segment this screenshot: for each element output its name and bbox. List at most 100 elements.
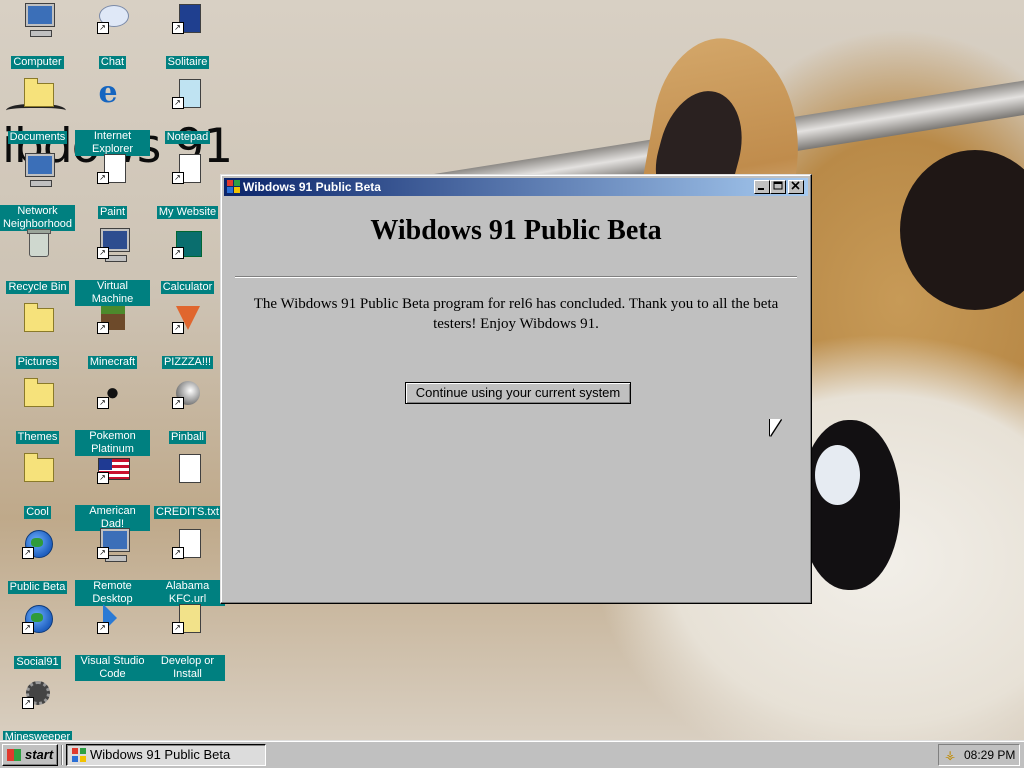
desktop-icon-public-beta[interactable]: ↗ Public Beta (0, 525, 75, 595)
desktop-icon-label: Recycle Bin (6, 281, 69, 294)
shortcut-arrow-icon: ↗ (96, 22, 109, 34)
pizza-icon: ↗ (171, 302, 204, 334)
desktop-icon-american-dad[interactable]: ↗ American Dad! (75, 450, 150, 532)
shortcut-arrow-icon: ↗ (171, 622, 184, 634)
shortcut-arrow-icon: ↗ (96, 247, 109, 259)
shortcut-arrow-icon: ↗ (96, 622, 109, 634)
desktop-icon-network-neighborhood[interactable]: Network Neighborhood (0, 150, 75, 232)
desktop-icon-my-website[interactable]: ↗ My Website (150, 150, 225, 220)
desktop-icon-recycle-bin[interactable]: Recycle Bin (0, 225, 75, 295)
computer-icon (22, 2, 55, 37)
wallpaper-eye (800, 420, 900, 590)
public-beta-window[interactable]: Wibdows 91 Public Beta Wibdows 91 Public… (220, 174, 812, 604)
develop-icon: ↗ (171, 602, 204, 634)
desktop-icon-paint[interactable]: ↗ Paint (75, 150, 150, 220)
desktop-icon-virtual-machine[interactable]: ↗ Virtual Machine (75, 225, 150, 307)
desktop-icon-computer[interactable]: Computer (0, 0, 75, 70)
globe-icon: ↗ (21, 602, 54, 634)
desktop-icon-label: Cool (24, 506, 51, 519)
desktop-icon-label: Pictures (15, 356, 60, 369)
shortcut-arrow-icon: ↗ (96, 322, 109, 334)
desktop-icon-label: Notepad (164, 131, 211, 144)
taskbar: start Wibdows 91 Public Beta ⚶ 08:29 PM (0, 740, 1024, 768)
shortcut-arrow-icon: ↗ (96, 172, 109, 184)
folder-icon (22, 302, 54, 334)
documents-folder-icon (22, 77, 54, 109)
folder-icon (22, 452, 54, 484)
desktop-icon-label: Public Beta (7, 581, 68, 594)
calculator-icon: ↗ (171, 227, 204, 259)
american-flag-icon: ↗ (96, 452, 130, 484)
maximize-button[interactable] (770, 180, 786, 194)
minesweeper-icon: ↗ (21, 677, 54, 709)
continue-using-system-button[interactable]: Continue using your current system (405, 382, 631, 404)
public-beta-icon (72, 748, 86, 762)
desktop-icon-label: Minecraft (87, 356, 138, 369)
desktop-icon-label: Pinball (168, 431, 207, 444)
key-icon[interactable]: ⚶ (945, 749, 957, 761)
network-icon (22, 152, 55, 187)
shortcut-arrow-icon: ↗ (96, 472, 109, 484)
desktop-icon-alabama-kfc-url[interactable]: ↗ Alabama KFC.url (150, 525, 225, 607)
minimize-button[interactable] (754, 180, 770, 194)
desktop-icon-minesweeper[interactable]: ↗ Minesweeper (0, 675, 75, 745)
taskbar-item-public-beta[interactable]: Wibdows 91 Public Beta (66, 744, 266, 766)
desktop-icon-label: My Website (156, 206, 219, 219)
recycle-bin-icon (22, 227, 54, 259)
close-button[interactable] (788, 180, 804, 194)
internet-explorer-icon: e (98, 75, 118, 110)
windows-logo-icon (7, 749, 21, 761)
shortcut-arrow-icon: ↗ (96, 397, 109, 409)
desktop-icon-minecraft[interactable]: ↗ Minecraft (75, 300, 150, 370)
shortcut-arrow-icon: ↗ (171, 322, 184, 334)
clock[interactable]: 08:29 PM (964, 745, 1015, 765)
desktop-icon-label: Chat (98, 56, 127, 69)
window-title: Wibdows 91 Public Beta (243, 180, 381, 194)
desktop-icon-visual-studio-code[interactable]: ↗ Visual Studio Code (75, 600, 150, 682)
desktop-icon-label: Paint (97, 206, 128, 219)
desktop-icon-themes[interactable]: Themes (0, 375, 75, 445)
desktop-icon-label: Visual Studio Code (75, 655, 150, 681)
shortcut-arrow-icon: ↗ (171, 547, 184, 559)
vscode-icon: ↗ (96, 602, 129, 634)
desktop-icon-label: Calculator (160, 281, 215, 294)
maximize-icon (773, 181, 783, 190)
shortcut-arrow-icon: ↗ (171, 97, 184, 109)
desktop-icon-pictures[interactable]: Pictures (0, 300, 75, 370)
desktop-icon-cool[interactable]: Cool (0, 450, 75, 520)
window-app-icon (227, 180, 240, 193)
desktop-icon-develop-or-install[interactable]: ↗ Develop or Install (150, 600, 225, 682)
desktop-icon-label: Computer (11, 56, 64, 69)
chat-icon: ↗ (96, 2, 129, 34)
desktop-icon-label: Solitaire (165, 56, 210, 69)
desktop-icon-chat[interactable]: ↗ Chat (75, 0, 150, 70)
paint-icon: ↗ (96, 152, 129, 184)
desktop-icon-pokemon-platinum[interactable]: ● ↗ Pokemon Platinum (75, 375, 150, 457)
start-label: start (25, 747, 54, 762)
desktop-icon-documents[interactable]: Documents (0, 75, 75, 145)
desktop-icon-pizzza[interactable]: ↗ PIZZZA!!! (150, 300, 225, 370)
desktop-icon-remote-desktop[interactable]: ↗ Remote Desktop (75, 525, 150, 607)
desktop-icon-pinball[interactable]: ↗ Pinball (150, 375, 225, 445)
desktop-icon-notepad[interactable]: ↗ Notepad (150, 75, 225, 145)
desktop-icon-internet-explorer[interactable]: e Internet Explorer (75, 75, 150, 157)
shortcut-arrow-icon: ↗ (96, 547, 109, 559)
wallpaper-ear-right (900, 150, 1024, 310)
window-title-bar[interactable]: Wibdows 91 Public Beta (224, 178, 808, 196)
virtual-machine-icon: ↗ (96, 227, 130, 262)
shortcut-arrow-icon: ↗ (171, 247, 184, 259)
desktop-icon-label: Develop or Install (150, 655, 225, 681)
public-beta-icon: ↗ (21, 527, 54, 559)
desktop-icon-label: Social91 (14, 656, 61, 669)
shortcut-arrow-icon: ↗ (21, 622, 34, 634)
desktop-icon-label: Themes (15, 431, 60, 444)
desktop-icon-social91[interactable]: ↗ Social91 (0, 600, 75, 670)
minimize-icon (758, 188, 764, 190)
taskbar-item-label: Wibdows 91 Public Beta (90, 747, 231, 762)
start-button[interactable]: start (2, 744, 58, 766)
shortcut-arrow-icon: ↗ (21, 697, 34, 709)
close-icon (791, 181, 800, 190)
desktop-icon-credits-txt[interactable]: CREDITS.txt (150, 450, 225, 520)
desktop-icon-calculator[interactable]: ↗ Calculator (150, 225, 225, 295)
desktop-icon-solitaire[interactable]: ↗ Solitaire (150, 0, 225, 70)
